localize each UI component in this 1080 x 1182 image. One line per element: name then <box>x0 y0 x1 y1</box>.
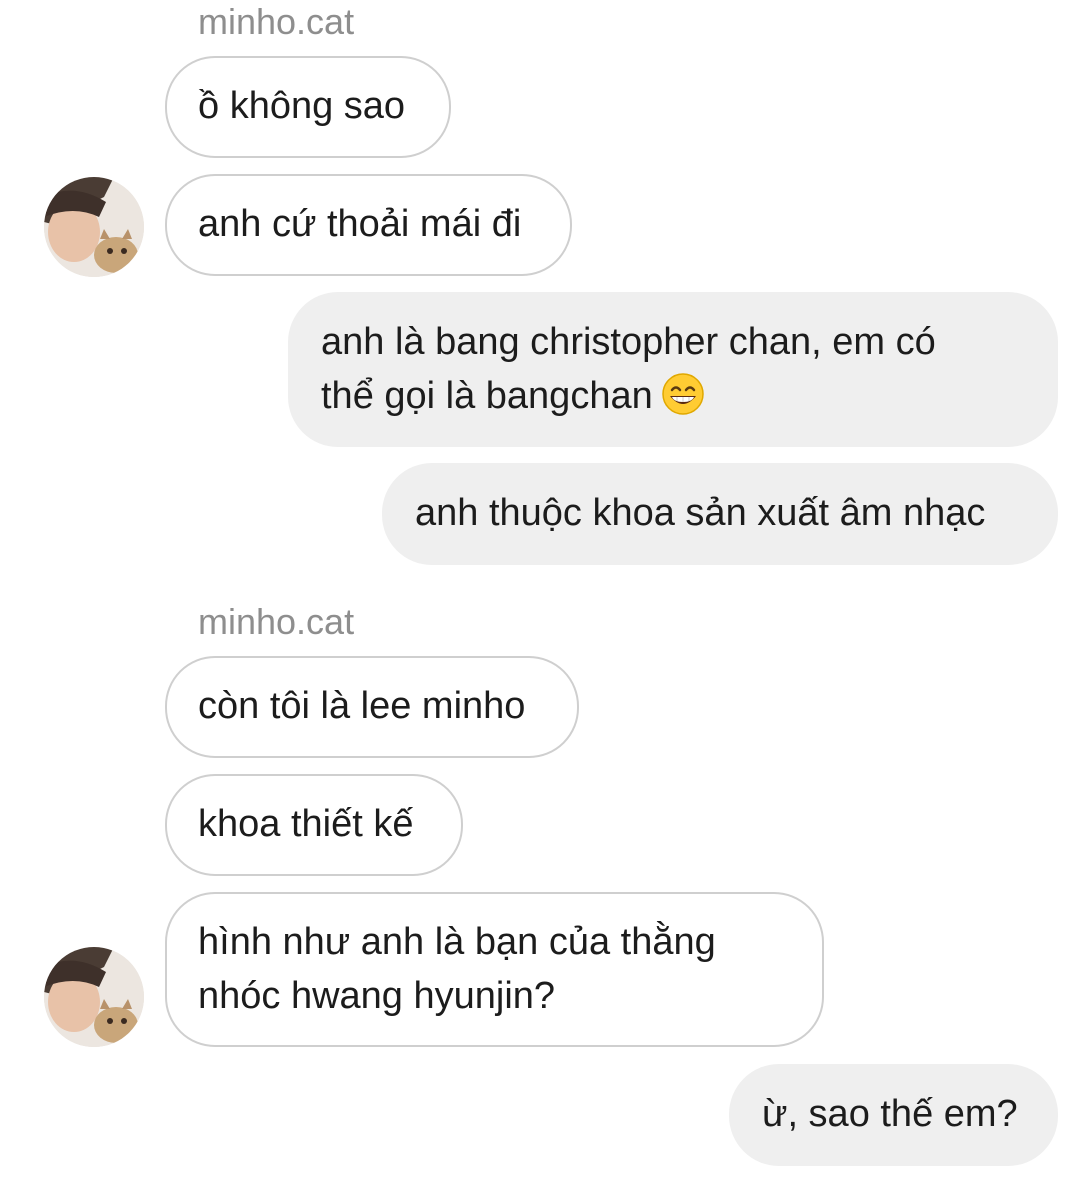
message-bubble-incoming[interactable]: khoa thiết kế <box>165 774 463 876</box>
avatar[interactable] <box>44 947 144 1047</box>
message-text-line: anh là bang christopher chan, em có <box>321 321 936 363</box>
message-text-line: nhóc hwang hyunjin? <box>198 975 556 1017</box>
message-bubble-incoming[interactable]: anh cứ thoải mái đi <box>165 174 572 276</box>
message-bubble-incoming[interactable]: ồ không sao <box>165 56 451 158</box>
message-bubble-outgoing[interactable]: anh thuộc khoa sản xuất âm nhạc <box>382 463 1058 565</box>
message-bubble-outgoing[interactable]: anh là bang christopher chan, em có thể … <box>288 292 1058 447</box>
grinning-face-with-smiling-eyes-icon <box>661 372 705 431</box>
message-text: khoa thiết kế <box>198 803 414 845</box>
message-text: anh cứ thoải mái đi <box>198 203 522 245</box>
message-bubble-outgoing[interactable]: ừ, sao thế em? <box>729 1064 1058 1166</box>
message-text: còn tôi là lee minho <box>198 685 526 727</box>
message-text-line: thể gọi là bangchan <box>321 369 1025 431</box>
sender-name: minho.cat <box>198 601 355 642</box>
message-text: ừ, sao thế em? <box>762 1093 1018 1135</box>
message-text-line: hình như anh là bạn của thằng <box>198 921 716 963</box>
message-bubble-incoming[interactable]: hình như anh là bạn của thằng nhóc hwang… <box>165 892 824 1047</box>
avatar[interactable] <box>44 177 144 277</box>
message-text: ồ không sao <box>198 85 406 127</box>
message-text: anh thuộc khoa sản xuất âm nhạc <box>415 492 986 534</box>
sender-name: minho.cat <box>198 1 355 42</box>
message-bubble-incoming[interactable]: còn tôi là lee minho <box>165 656 579 758</box>
